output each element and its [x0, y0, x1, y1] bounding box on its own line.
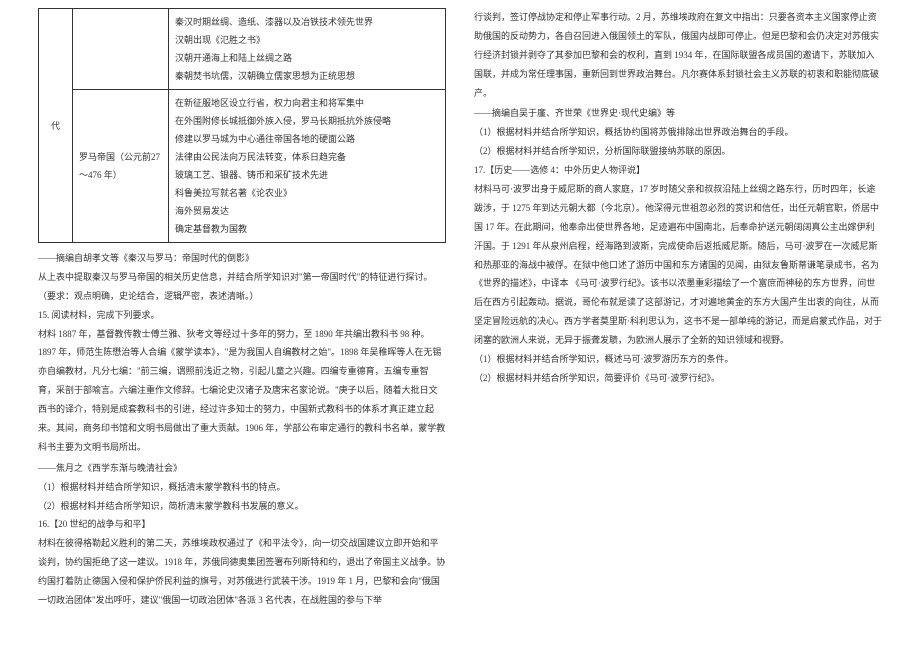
line: 在新征服地区设立行省，权力向君主和将军集中 — [175, 94, 439, 112]
line: 科鲁美拉写就名著《论农业》 — [175, 184, 439, 202]
line: 法律由公民法向万民法转变，体系日趋完备 — [175, 148, 439, 166]
line: 汉朝开通海上和陆上丝绸之路 — [175, 49, 439, 67]
cell-rome: 在新征服地区设立行省，权力向君主和将军集中 在外围附修长城抵御外族入侵，罗马长期… — [169, 90, 446, 243]
line: 秦朝焚书坑儒，汉朝确立儒家思想为正统思想 — [175, 67, 439, 85]
question-17-material: 材料马可·波罗出身于威尼斯的商人家庭，17 岁时随父亲和叔叔沿陆上丝绸之路东行，… — [474, 180, 882, 350]
question-16-material: 材料在彼得格勒起义胜利的第二天，苏维埃政权通过了《和平法令》，向一切交战国建议立… — [38, 534, 446, 610]
question-16-heading: 16.【20 世纪的战争与和平】 — [38, 515, 446, 534]
question-15-sub2: （2）根据材料并结合所学知识，简析清末蒙学教科书发展的意义。 — [38, 497, 446, 516]
line: 修建以罗马城为中心通往帝国各地的硬面公路 — [175, 130, 439, 148]
question-15-sub1: （1）根据材料并结合所学知识，概括清末蒙学教科书的特点。 — [38, 478, 446, 497]
cell-era: 代 — [39, 9, 73, 243]
question-17-sub2: （2）根据材料并结合所学知识，简要评价《马可·波罗行纪》。 — [474, 369, 882, 388]
question-17-heading: 17.【历史——选修 4：中外历史人物评说】 — [474, 161, 882, 180]
question-15-material: 材料 1887 年，基督教传教士傅兰雅、狄考文等经过十多年的努力，至 1890 … — [38, 325, 446, 457]
table-row: 代 秦汉时期丝绸、造纸、漆器以及冶铁技术领先世界 汉朝出现《氾胜之书》 汉朝开通… — [39, 9, 446, 90]
source-citation: ——摘编自胡孝文等《秦汉与罗马：帝国时代的倒影》 — [38, 249, 446, 268]
source-citation: ——焦月之《西学东渐与晚清社会》 — [38, 459, 446, 478]
line: 确定基督教为国教 — [175, 220, 439, 238]
question-17-sub1: （1）根据材料并结合所学知识，概述马可·波罗游历东方的条件。 — [474, 350, 882, 369]
line: 玻璃工艺、银器、铸币和采矿技术先进 — [175, 166, 439, 184]
question-16-sub1: （1）根据材料并结合所学知识，概括协约国将苏俄排除出世界政治舞台的手段。 — [474, 123, 882, 142]
line: 汉朝出现《氾胜之书》 — [175, 31, 439, 49]
question-16-material-cont: 行谈判，签订停战协定和停止军事行动。2 月，苏维埃政府在复文中指出：只要各资本主… — [474, 8, 882, 102]
line: 秦汉时期丝绸、造纸、漆器以及冶铁技术领先世界 — [175, 13, 439, 31]
cell-rome-label: 罗马帝国（公元前27～476 年） — [73, 90, 169, 243]
question-15-heading: 15. 阅读材料，完成下列要求。 — [38, 306, 446, 325]
cell-qinhan: 秦汉时期丝绸、造纸、漆器以及冶铁技术领先世界 汉朝出现《氾胜之书》 汉朝开通海上… — [169, 9, 446, 90]
table-row: 罗马帝国（公元前27～476 年） 在新征服地区设立行省，权力向君主和将军集中 … — [39, 90, 446, 243]
line: 在外围附修长城抵御外族入侵，罗马长期抵抗外族侵略 — [175, 112, 439, 130]
question-requirement: （要求：观点明确，史论结合，逻辑严密，表述清晰。） — [38, 287, 446, 306]
line: 海外贸易发达 — [175, 202, 439, 220]
cell-empty — [73, 9, 169, 90]
source-citation: ——摘编自吴于廑、齐世荣《世界史·现代史编》等 — [474, 104, 882, 123]
question-prompt: 从上表中提取秦汉与罗马帝国的相关历史信息，并结合所学知识对"第一帝国时代"的特征… — [38, 268, 446, 287]
comparison-table: 代 秦汉时期丝绸、造纸、漆器以及冶铁技术领先世界 汉朝出现《氾胜之书》 汉朝开通… — [38, 8, 446, 243]
question-16-sub2: （2）根据材料并结合所学知识，分析国际联盟接纳苏联的原因。 — [474, 142, 882, 161]
